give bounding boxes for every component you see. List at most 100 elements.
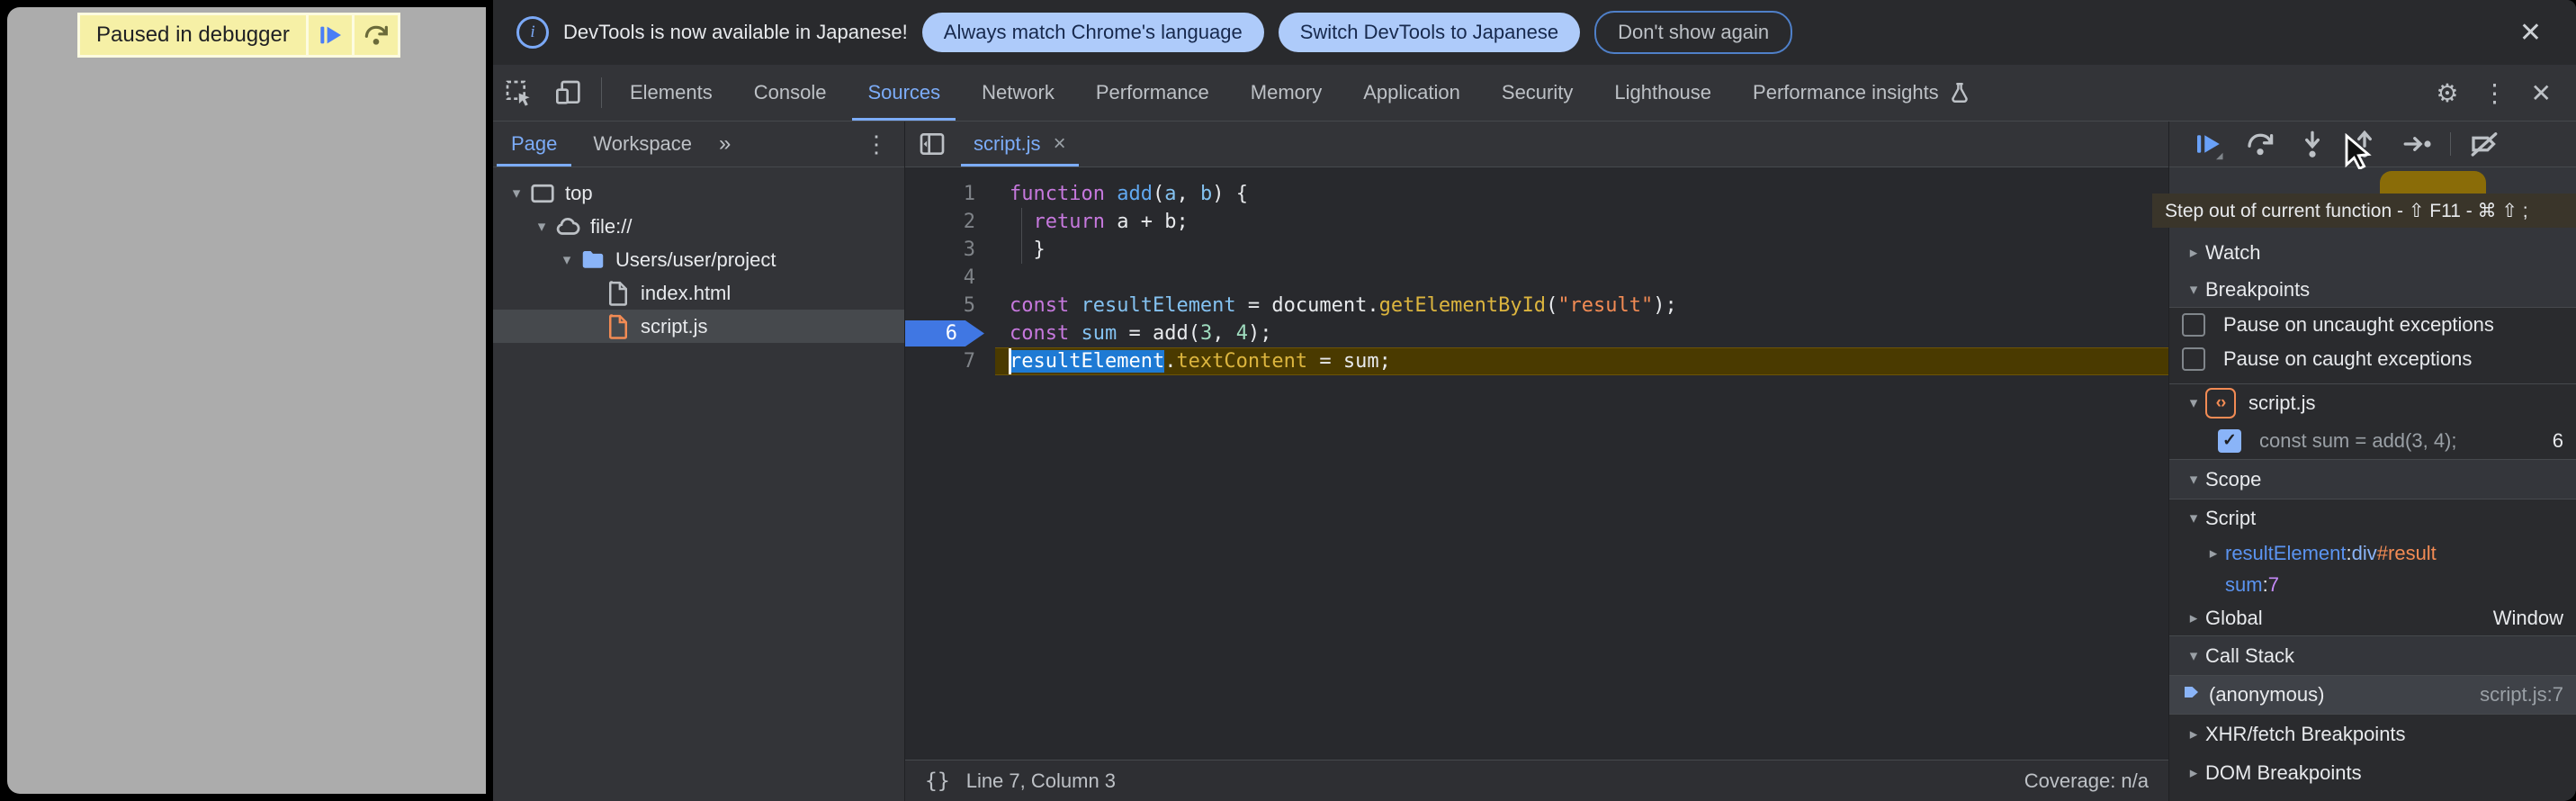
tab-security[interactable]: Security bbox=[1481, 65, 1593, 121]
tree-item-script-js[interactable]: script.js bbox=[493, 310, 904, 343]
code-line-5[interactable]: 5const resultElement = document.getEleme… bbox=[905, 292, 2168, 320]
checkbox-pause-on-caught-exceptions[interactable]: Pause on caught exceptions bbox=[2169, 342, 2576, 376]
section-caret-icon[interactable]: ▸ bbox=[2202, 544, 2225, 562]
toggle-navigator-icon[interactable] bbox=[905, 130, 959, 158]
section-caret-icon[interactable]: ▾ bbox=[2182, 509, 2205, 527]
toolbar-separator bbox=[601, 77, 602, 108]
code-line-2[interactable]: 2 return a + b; bbox=[905, 208, 2168, 236]
step-out-icon[interactable] bbox=[2338, 125, 2391, 163]
tab-memory[interactable]: Memory bbox=[1230, 65, 1342, 121]
tree-item-index-html[interactable]: index.html bbox=[493, 276, 904, 310]
code-line-3[interactable]: 3 } bbox=[905, 236, 2168, 264]
checkbox[interactable] bbox=[2182, 313, 2205, 337]
code-text[interactable] bbox=[995, 264, 2168, 292]
step-icon[interactable] bbox=[2391, 125, 2443, 163]
tree-caret-icon[interactable]: ▾ bbox=[531, 218, 552, 236]
code-text[interactable]: function add(a, b) { bbox=[995, 180, 2168, 208]
tab-elements[interactable]: Elements bbox=[609, 65, 733, 121]
section-script-js[interactable]: ▾‹›script.js bbox=[2169, 384, 2576, 422]
deactivate-breakpoints-icon[interactable] bbox=[2458, 125, 2510, 163]
always-match-language-button[interactable]: Always match Chrome's language bbox=[922, 13, 1264, 52]
section-call-stack[interactable]: ▾Call Stack bbox=[2169, 636, 2576, 676]
section-caret-icon[interactable]: ▾ bbox=[2182, 281, 2205, 299]
infobar-close-icon[interactable]: ✕ bbox=[2519, 17, 2553, 49]
scope-var-global[interactable]: ▸GlobalWindow bbox=[2169, 600, 2576, 636]
callstack-frame-anonymous[interactable]: (anonymous)script.js:7 bbox=[2169, 676, 2576, 714]
editor-tab-scriptjs[interactable]: script.js × bbox=[959, 122, 1081, 166]
section-caret-icon[interactable]: ▾ bbox=[2182, 471, 2205, 489]
code-editor[interactable]: 1function add(a, b) {2 return a + b;3 }4… bbox=[905, 167, 2168, 760]
section-caret-icon[interactable]: ▸ bbox=[2182, 725, 2205, 743]
more-options-kebab-icon[interactable]: ⋮ bbox=[2471, 78, 2519, 108]
step-into-icon[interactable] bbox=[2286, 125, 2338, 163]
device-toolbar-icon[interactable] bbox=[543, 65, 594, 121]
gutter-line-5[interactable]: 5 bbox=[905, 292, 995, 320]
section-caret-icon[interactable]: ▸ bbox=[2182, 764, 2205, 782]
code-line-1[interactable]: 1function add(a, b) { bbox=[905, 180, 2168, 208]
section-scope[interactable]: ▾Scope bbox=[2169, 460, 2576, 500]
section-caret-icon[interactable]: ▸ bbox=[2182, 244, 2205, 262]
section-script[interactable]: ▾Script bbox=[2169, 500, 2576, 537]
section-caret-icon[interactable]: ▾ bbox=[2182, 394, 2205, 412]
section-caret-icon[interactable]: ▸ bbox=[2182, 609, 2205, 627]
code-line-7[interactable]: 7resultElement.textContent = sum; bbox=[905, 347, 2168, 375]
gutter-line-6[interactable]: 6 bbox=[905, 320, 995, 347]
navigator-kebab-icon[interactable]: ⋮ bbox=[848, 130, 904, 158]
step-over-icon[interactable] bbox=[355, 15, 398, 55]
section-dom-breakpoints[interactable]: ▸DOM Breakpoints bbox=[2169, 753, 2576, 793]
gutter-line-2[interactable]: 2 bbox=[905, 208, 995, 236]
tab-console[interactable]: Console bbox=[733, 65, 848, 121]
code-text[interactable]: } bbox=[995, 236, 2168, 264]
gutter-line-1[interactable]: 1 bbox=[905, 180, 995, 208]
tree-item-users-user-project[interactable]: ▾Users/user/project bbox=[493, 243, 904, 276]
tab-label: Performance bbox=[1096, 81, 1209, 104]
tab-sources[interactable]: Sources bbox=[847, 65, 961, 121]
infobar-message: DevTools is now available in Japanese! bbox=[563, 21, 908, 44]
tab-page[interactable]: Page bbox=[493, 122, 575, 166]
editor-statusbar: {} Line 7, Column 3 Coverage: n/a bbox=[905, 760, 2168, 801]
tab-performance[interactable]: Performance bbox=[1075, 65, 1230, 121]
scope-var-sum[interactable]: sum: 7 bbox=[2169, 570, 2576, 600]
tree-caret-icon[interactable]: ▾ bbox=[556, 251, 578, 269]
pretty-print-icon[interactable]: {} bbox=[925, 770, 950, 793]
gutter-line-3[interactable]: 3 bbox=[905, 236, 995, 264]
scope-var-resultelement[interactable]: ▸resultElement: div#result bbox=[2169, 537, 2576, 570]
scope-value: div bbox=[2352, 542, 2377, 565]
resume-icon[interactable] bbox=[2182, 125, 2234, 163]
gutter-line-4[interactable]: 4 bbox=[905, 264, 995, 292]
inspect-icon[interactable] bbox=[493, 65, 543, 121]
dont-show-again-button[interactable]: Don't show again bbox=[1594, 11, 1792, 54]
section-watch[interactable]: ▸Watch bbox=[2169, 234, 2576, 272]
checkbox[interactable] bbox=[2182, 347, 2205, 371]
tab-close-icon[interactable]: × bbox=[1054, 131, 1066, 157]
tree-item-file[interactable]: ▾file:// bbox=[493, 210, 904, 243]
section-label: DOM Breakpoints bbox=[2205, 761, 2362, 785]
switch-devtools-japanese-button[interactable]: Switch DevTools to Japanese bbox=[1279, 13, 1580, 52]
section-caret-icon[interactable]: ▾ bbox=[2182, 647, 2205, 665]
gutter-line-7[interactable]: 7 bbox=[905, 347, 995, 375]
close-devtools-icon[interactable]: ✕ bbox=[2519, 78, 2563, 108]
section-breakpoints[interactable]: ▾Breakpoints bbox=[2169, 272, 2576, 308]
more-tabs-chevron[interactable]: » bbox=[710, 131, 740, 157]
tree-caret-icon[interactable]: ▾ bbox=[506, 184, 527, 202]
section-xhr-fetch-breakpoints[interactable]: ▸XHR/fetch Breakpoints bbox=[2169, 714, 2576, 753]
checkbox-pause-on-uncaught-exceptions[interactable]: Pause on uncaught exceptions bbox=[2169, 308, 2576, 342]
code-text[interactable]: const resultElement = document.getElemen… bbox=[995, 292, 2168, 320]
tab-network[interactable]: Network bbox=[961, 65, 1075, 121]
code-text[interactable]: resultElement.textContent = sum; bbox=[995, 347, 2168, 375]
tab-lighthouse[interactable]: Lighthouse bbox=[1593, 65, 1732, 121]
resume-script-icon[interactable] bbox=[309, 15, 352, 55]
settings-gear-icon[interactable]: ⚙ bbox=[2424, 78, 2470, 108]
breakpoint-entry[interactable]: const sum = add(3, 4);6 bbox=[2169, 422, 2576, 460]
breakpoint-position-badge[interactable]: 6 bbox=[905, 320, 984, 346]
tab-workspace[interactable]: Workspace bbox=[575, 122, 710, 166]
tab-performance-insights[interactable]: Performance insights bbox=[1732, 65, 1992, 121]
step-over-icon[interactable] bbox=[2234, 125, 2286, 163]
code-line-6[interactable]: 6 const sum = add(3, 4); bbox=[905, 320, 2168, 347]
code-line-4[interactable]: 4 bbox=[905, 264, 2168, 292]
code-text[interactable]: return a + b; bbox=[995, 208, 2168, 236]
checkbox-checked[interactable] bbox=[2218, 429, 2241, 453]
code-text[interactable]: const sum = add(3, 4); bbox=[995, 320, 2168, 347]
tree-item-top[interactable]: ▾top bbox=[493, 176, 904, 210]
tab-application[interactable]: Application bbox=[1342, 65, 1481, 121]
